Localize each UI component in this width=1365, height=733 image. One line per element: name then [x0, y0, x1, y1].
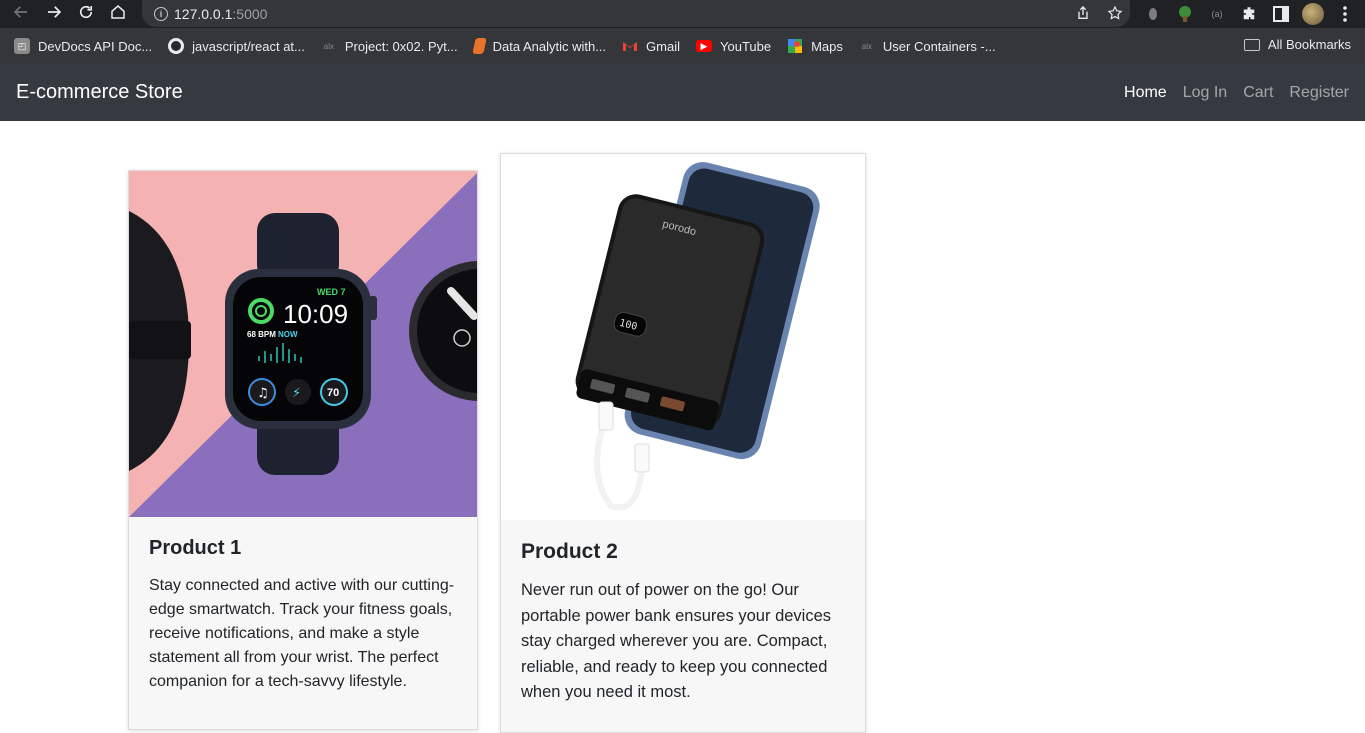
brand-logo[interactable]: E-commerce Store [16, 81, 183, 104]
product-card-body: Product 2 Never run out of power on the … [501, 520, 865, 726]
product-card-body: Product 1 Stay connected and active with… [129, 517, 477, 714]
browser-toolbar: i 127.0.0.1:5000 (a) [0, 0, 1365, 28]
home-icon[interactable] [107, 1, 129, 23]
share-icon[interactable] [1074, 4, 1092, 22]
bookmark-github[interactable]: javascript/react at... [168, 38, 305, 54]
forward-icon[interactable] [43, 1, 65, 23]
github-icon [168, 38, 185, 54]
bookmark-user-containers[interactable]: alx User Containers -... [859, 38, 996, 54]
site-info-icon[interactable]: i [154, 6, 168, 21]
watch-time: 10:09 [283, 299, 348, 329]
bookmark-star-icon[interactable] [1106, 4, 1124, 22]
side-panel-icon[interactable] [1270, 3, 1292, 25]
watch-bpm: 68 BPM [247, 330, 276, 339]
nav-home[interactable]: Home [1124, 84, 1167, 102]
bookmark-gmail[interactable]: Gmail [622, 38, 680, 54]
nav-links: Home Log In Cart Register [1124, 84, 1349, 102]
svg-text:♫: ♫ [257, 386, 269, 401]
bookmark-alx-project[interactable]: alx Project: 0x02. Pyt... [321, 38, 458, 54]
bookmark-data-analytic[interactable]: Data Analytic with... [471, 38, 606, 54]
url-text: 127.0.0.1:5000 [174, 5, 268, 22]
svg-text:⚡: ⚡ [292, 386, 301, 401]
product-description: Stay connected and active with our cutti… [149, 577, 455, 690]
back-icon[interactable] [10, 1, 32, 23]
site-navbar: E-commerce Store Home Log In Cart Regist… [0, 64, 1365, 121]
nav-login[interactable]: Log In [1183, 84, 1227, 102]
bookmark-devdocs[interactable]: ◰ DevDocs API Doc... [14, 38, 152, 54]
menu-kebab-icon[interactable] [1334, 3, 1356, 25]
product-title: Product 1 [149, 537, 242, 559]
bookmarks-bar: ◰ DevDocs API Doc... javascript/react at… [0, 28, 1365, 64]
book-icon [471, 38, 487, 54]
product-description: Never run out of power on the go! Our po… [521, 581, 832, 701]
watch-date: WED 7 [317, 287, 346, 297]
watch-ring-value: 70 [327, 387, 339, 399]
extension-alx-icon[interactable]: (a) [1206, 3, 1228, 25]
nav-register[interactable]: Register [1289, 84, 1349, 102]
youtube-icon: ▶ [696, 40, 712, 52]
bookmark-maps[interactable]: Maps [787, 38, 843, 54]
maps-icon [787, 38, 803, 54]
extensions-puzzle-icon[interactable] [1238, 3, 1260, 25]
all-bookmarks[interactable]: All Bookmarks [1243, 37, 1351, 52]
alx-icon: alx [861, 41, 872, 51]
address-bar[interactable]: i 127.0.0.1:5000 [142, 0, 1130, 27]
watch-bpm-now: NOW [278, 330, 298, 339]
alx-icon: alx [323, 41, 334, 51]
extension-tree-icon[interactable] [1174, 3, 1196, 25]
folder-icon [1243, 38, 1260, 51]
devdocs-icon: ◰ [14, 38, 30, 54]
gmail-icon [622, 38, 638, 54]
product-card[interactable]: ♫ ⚡ WED 7 10:09 68 BPM NOW 70 Product 1 … [128, 170, 478, 730]
product-card[interactable]: 100 porodo Product 2 Never run out of po… [500, 153, 866, 733]
product-image-smartwatch[interactable]: ♫ ⚡ WED 7 10:09 68 BPM NOW 70 [129, 171, 477, 517]
extension-gray-icon[interactable] [1142, 3, 1164, 25]
nav-cart[interactable]: Cart [1243, 84, 1273, 102]
product-title: Product 2 [521, 540, 618, 563]
reload-icon[interactable] [75, 1, 97, 23]
profile-avatar[interactable] [1302, 3, 1324, 25]
bookmark-youtube[interactable]: ▶ YouTube [696, 39, 771, 54]
product-image-power-bank[interactable]: 100 porodo [501, 154, 865, 520]
